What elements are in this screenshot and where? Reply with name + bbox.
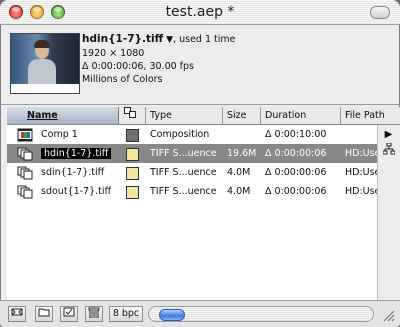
item-type: TIFF S...uence [150, 148, 217, 159]
item-size: 19.6M [227, 148, 257, 159]
image-sequence-icon [17, 147, 33, 161]
image-sequence-icon [17, 166, 33, 180]
delete-button[interactable] [85, 306, 103, 322]
project-item-row[interactable]: Comp 1 Composition Δ 0:00:10:00 [7, 125, 377, 144]
new-composition-button[interactable] [60, 306, 78, 322]
item-file-path: HD:User [345, 148, 377, 159]
item-duration: Δ 0:00:00:06 [265, 186, 327, 197]
usage-text: , used 1 time [173, 34, 236, 45]
project-window: test.aep * hdin{1-7}.tiff ▼, used 1 time… [0, 0, 400, 327]
project-item-list: Comp 1 Composition Δ 0:00:10:00 hdin{1-7… [7, 125, 377, 300]
folder-icon [38, 308, 50, 317]
item-file-path [345, 125, 377, 144]
image-sequence-icon [17, 185, 33, 199]
label-color-swatch[interactable] [126, 167, 139, 180]
column-file-path[interactable]: File Path [341, 107, 400, 124]
item-duration: Δ 0:00:00:06 [265, 167, 327, 178]
interpret-footage-button[interactable] [8, 306, 26, 322]
thumbnail-strip [10, 84, 80, 94]
item-file-path: HD:User [345, 167, 377, 178]
column-duration[interactable]: Duration [261, 107, 341, 124]
item-duration: Δ 0:00:10:00 [265, 129, 327, 140]
preview-info: hdin{1-7}.tiff ▼, used 1 time 1920 × 108… [82, 33, 236, 86]
label-color-swatch[interactable] [126, 129, 139, 142]
item-name: Comp 1 [41, 129, 78, 140]
item-name: sdout{1-7}.tiff [41, 186, 112, 197]
horizontal-scrollbar[interactable] [148, 306, 374, 322]
preview-colors: Millions of Colors [82, 74, 163, 85]
composition-icon [63, 307, 75, 317]
resize-grip-icon[interactable] [381, 308, 395, 322]
column-name[interactable]: Name [7, 107, 119, 124]
interpret-footage-icon [11, 308, 23, 316]
label-color-swatch[interactable] [126, 148, 139, 161]
item-type: TIFF S...uence [150, 186, 217, 197]
bit-depth-button[interactable]: 8 bpc [109, 306, 143, 322]
flowchart-icon[interactable] [380, 142, 397, 158]
scrollbar-thumb[interactable] [159, 309, 185, 321]
item-duration: Δ 0:00:00:06 [265, 148, 327, 159]
column-size[interactable]: Size [223, 107, 261, 124]
label-icon [124, 107, 136, 118]
item-size [227, 125, 261, 144]
bottom-toolbar: 8 bpc [0, 300, 400, 327]
divider [0, 104, 400, 105]
composition-icon [17, 128, 33, 142]
item-size: 4.0M [227, 186, 251, 197]
item-type: TIFF S...uence [150, 167, 217, 178]
column-type[interactable]: Type [146, 107, 223, 124]
item-size: 4.0M [227, 167, 251, 178]
label-color-swatch[interactable] [126, 186, 139, 199]
trash-icon [88, 307, 100, 319]
preview-thumbnail [10, 33, 80, 85]
project-item-row[interactable]: sdin{1-7}.tiff TIFF S...uence 4.0M Δ 0:0… [7, 163, 377, 182]
preview-filename: hdin{1-7}.tiff [82, 33, 164, 45]
title-bar[interactable]: test.aep * [0, 0, 400, 25]
right-gutter: ▶ [377, 125, 400, 303]
project-item-row[interactable]: hdin{1-7}.tiff TIFF S...uence 19.6M Δ 0:… [7, 144, 377, 163]
item-file-path: HD:User [345, 186, 377, 197]
item-type: Composition [150, 129, 210, 140]
column-label[interactable] [119, 107, 146, 124]
preview-resolution: 1920 × 1080 [82, 48, 145, 59]
column-header: Name Type Size Duration File Path [7, 107, 400, 125]
item-name: sdin{1-7}.tiff [41, 167, 105, 178]
new-folder-button[interactable] [35, 306, 53, 322]
item-name: hdin{1-7}.tiff [41, 144, 119, 163]
window-title: test.aep * [165, 4, 235, 20]
preview-duration-fps: Δ 0:00:00:06, 30.00 fps [82, 61, 195, 72]
project-item-row[interactable]: sdout{1-7}.tiff TIFF S...uence 4.0M Δ 0:… [7, 182, 377, 201]
expand-arrow-icon[interactable]: ▶ [380, 127, 397, 142]
toolbar-toggle-button[interactable] [370, 6, 390, 19]
